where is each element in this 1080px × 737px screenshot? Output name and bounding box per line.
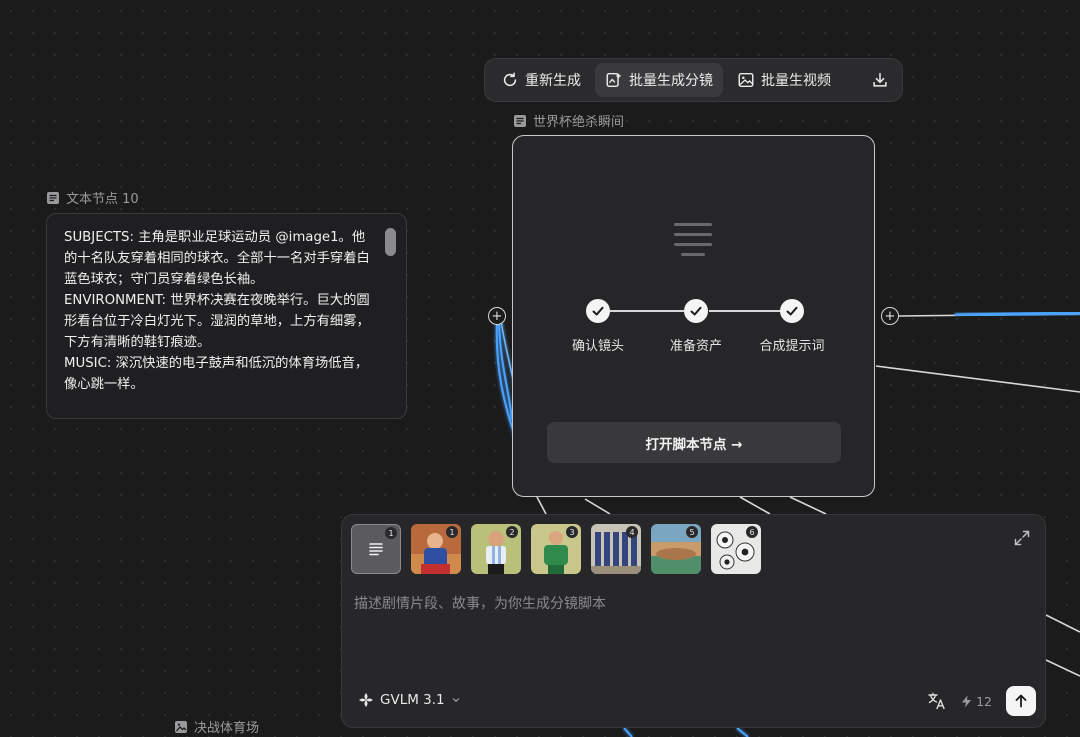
- text-node-content: SUBJECTS: 主角是职业足球运动员 @image1。他的十名队友穿着相同的…: [64, 230, 370, 392]
- wire-right-1: [875, 365, 1080, 393]
- chevron-down-icon: [452, 698, 459, 703]
- batch-video-label: 批量生视频: [761, 73, 831, 89]
- script-node[interactable]: 确认镜头 准备资产 合成提示词 打开脚本节点 →: [512, 135, 875, 497]
- wire-below-3: [739, 496, 771, 515]
- script-lines-icon: [674, 223, 712, 256]
- prompt-composer: 1 1 2 3 4 5 6 描述剧情片段、故事，为你生成分镜脚本 GVLM 3.…: [341, 514, 1046, 728]
- batch-storyboard-button[interactable]: 批量生成分镜: [595, 63, 723, 97]
- credits-indicator: 12: [961, 694, 992, 709]
- credits-count: 12: [976, 693, 992, 709]
- image-icon: [175, 720, 187, 733]
- lightning-icon: [962, 695, 972, 707]
- thumbnail-badge: 6: [746, 526, 758, 538]
- refresh-icon: [503, 72, 517, 87]
- thumbnail-image[interactable]: 2: [471, 524, 521, 574]
- wire-bottom-1: [623, 727, 633, 737]
- check-icon: [684, 299, 708, 323]
- thumbnail-image[interactable]: 1: [411, 524, 461, 574]
- wire-right-2: [1045, 614, 1080, 633]
- step-confirm-shots: 确认镜头: [553, 299, 643, 354]
- wire-below-2: [584, 498, 611, 515]
- open-script-node-button[interactable]: 打开脚本节点 →: [547, 422, 841, 463]
- model-logo-icon: [359, 693, 373, 707]
- progress-steps: 确认镜头 准备资产 合成提示词: [553, 299, 853, 359]
- batch-video-button[interactable]: 批量生视频: [727, 63, 841, 97]
- download-icon: [873, 72, 887, 87]
- wire-right-3: [1045, 659, 1080, 677]
- send-button[interactable]: [1006, 686, 1036, 716]
- text-node-title: 文本节点 10: [46, 188, 139, 207]
- script-node-title: 世界杯绝杀瞬间: [513, 111, 624, 130]
- image-icon: [738, 72, 754, 88]
- text-node-scrollbar[interactable]: [385, 228, 396, 256]
- story-prompt-input[interactable]: [354, 591, 1014, 617]
- thumbnail-badge: 1: [446, 526, 458, 538]
- reference-thumbnails: 1 1 2 3 4 5 6: [351, 524, 761, 574]
- thumbnail-image[interactable]: 4: [591, 524, 641, 574]
- wire-below-1: [536, 496, 547, 515]
- node-toolbar: 重新生成 批量生成分镜 批量生视频: [484, 58, 903, 102]
- check-icon: [586, 299, 610, 323]
- thumbnail-badge: 4: [626, 526, 638, 538]
- thumbnail-text-node[interactable]: 1: [351, 524, 401, 574]
- step-label: 确认镜头: [571, 339, 624, 354]
- wire-script-output-glow: [954, 311, 1080, 317]
- composer-actions: 12: [927, 686, 1036, 716]
- script-input-port[interactable]: +: [488, 307, 506, 325]
- thumbnail-badge: 1: [385, 527, 397, 539]
- text-node[interactable]: SUBJECTS: 主角是职业足球运动员 @image1。他的十名队友穿着相同的…: [46, 213, 407, 419]
- download-button[interactable]: [861, 63, 899, 97]
- step-label: 准备资产: [669, 339, 722, 354]
- image-node-title-text: 决战体育场: [194, 721, 260, 736]
- thumbnail-image[interactable]: 6: [711, 524, 761, 574]
- wire-bottom-2: [736, 727, 749, 737]
- thumbnail-badge: 3: [566, 526, 578, 538]
- check-icon: [780, 299, 804, 323]
- thumbnail-badge: 2: [506, 526, 518, 538]
- regenerate-label: 重新生成: [525, 73, 581, 89]
- batch-storyboard-label: 批量生成分镜: [629, 73, 713, 89]
- regenerate-button[interactable]: 重新生成: [491, 63, 591, 97]
- document-lines-icon: [369, 543, 383, 556]
- model-selector[interactable]: GVLM 3.1: [358, 692, 461, 708]
- step-compose-prompt: 合成提示词: [747, 299, 837, 354]
- thumbnail-image[interactable]: 5: [651, 524, 701, 574]
- storyboard-icon: [606, 72, 621, 88]
- expand-icon[interactable]: [1013, 529, 1031, 547]
- text-node-title-text: 文本节点 10: [66, 192, 139, 207]
- step-label: 合成提示词: [759, 339, 825, 354]
- wire-below-4: [789, 496, 827, 515]
- script-node-title-text: 世界杯绝杀瞬间: [533, 115, 625, 130]
- model-name: GVLM 3.1: [380, 692, 445, 708]
- translate-icon[interactable]: [927, 691, 947, 711]
- document-icon: [47, 191, 59, 204]
- script-output-port[interactable]: +: [881, 307, 899, 325]
- step-prepare-assets: 准备资产: [651, 299, 741, 354]
- thumbnail-image[interactable]: 3: [531, 524, 581, 574]
- thumbnail-badge: 5: [686, 526, 698, 538]
- arrow-up-icon: [1015, 694, 1027, 708]
- image-node-title: 决战体育场: [174, 717, 259, 736]
- document-icon: [514, 114, 526, 127]
